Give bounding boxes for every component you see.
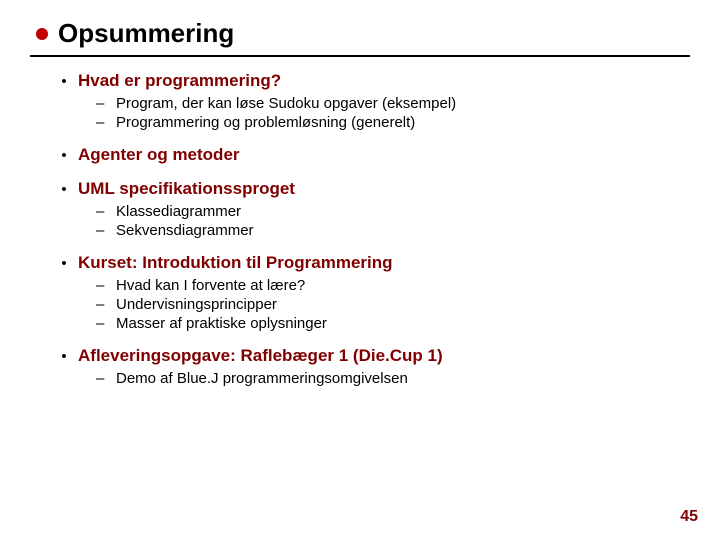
- list-item-text: Hvad kan I forvente at lære?: [116, 277, 305, 294]
- bullet-icon: •: [58, 182, 70, 197]
- slide: Opsummering • Hvad er programmering? – P…: [0, 0, 720, 387]
- list-item-text: Programmering og problemløsning (generel…: [116, 114, 415, 131]
- section-heading-text: Hvad er programmering?: [78, 71, 281, 91]
- list-item: – Sekvensdiagrammer: [96, 222, 690, 239]
- dash-icon: –: [96, 114, 108, 131]
- content: • Hvad er programmering? – Program, der …: [30, 71, 690, 387]
- title-row: Opsummering: [36, 18, 690, 49]
- title-bullet-icon: [36, 28, 48, 40]
- dash-icon: –: [96, 222, 108, 239]
- section-heading: • Hvad er programmering?: [58, 71, 690, 91]
- section-heading: • Agenter og metoder: [58, 145, 690, 165]
- list-item-text: Program, der kan løse Sudoku opgaver (ek…: [116, 95, 456, 112]
- list-item-text: Demo af Blue.J programmeringsomgivelsen: [116, 370, 408, 387]
- bullet-icon: •: [58, 349, 70, 364]
- dash-icon: –: [96, 370, 108, 387]
- dash-icon: –: [96, 277, 108, 294]
- list-item: – Demo af Blue.J programmeringsomgivelse…: [96, 370, 690, 387]
- section-heading-text: Kurset: Introduktion til Programmering: [78, 253, 393, 273]
- slide-title: Opsummering: [58, 18, 234, 49]
- list-item-text: Sekvensdiagrammer: [116, 222, 254, 239]
- list-item-text: Klassediagrammer: [116, 203, 241, 220]
- list-item-text: Undervisningsprincipper: [116, 296, 277, 313]
- dash-icon: –: [96, 95, 108, 112]
- list-item: – Masser af praktiske oplysninger: [96, 315, 690, 332]
- dash-icon: –: [96, 315, 108, 332]
- list-item: – Programmering og problemløsning (gener…: [96, 114, 690, 131]
- section-heading: • Kurset: Introduktion til Programmering: [58, 253, 690, 273]
- title-divider: [30, 55, 690, 57]
- section-heading: • Afleveringsopgave: Raflebæger 1 (Die.C…: [58, 346, 690, 366]
- list-item: – Hvad kan I forvente at lære?: [96, 277, 690, 294]
- list-item: – Program, der kan løse Sudoku opgaver (…: [96, 95, 690, 112]
- section-heading-text: Afleveringsopgave: Raflebæger 1 (Die.Cup…: [78, 346, 443, 366]
- dash-icon: –: [96, 296, 108, 313]
- bullet-icon: •: [58, 256, 70, 271]
- section-heading-text: UML specifikationssproget: [78, 179, 295, 199]
- bullet-icon: •: [58, 74, 70, 89]
- bullet-icon: •: [58, 148, 70, 163]
- list-item-text: Masser af praktiske oplysninger: [116, 315, 327, 332]
- list-item: – Klassediagrammer: [96, 203, 690, 220]
- list-item: – Undervisningsprincipper: [96, 296, 690, 313]
- dash-icon: –: [96, 203, 108, 220]
- page-number: 45: [680, 508, 698, 526]
- section-heading: • UML specifikationssproget: [58, 179, 690, 199]
- section-heading-text: Agenter og metoder: [78, 145, 240, 165]
